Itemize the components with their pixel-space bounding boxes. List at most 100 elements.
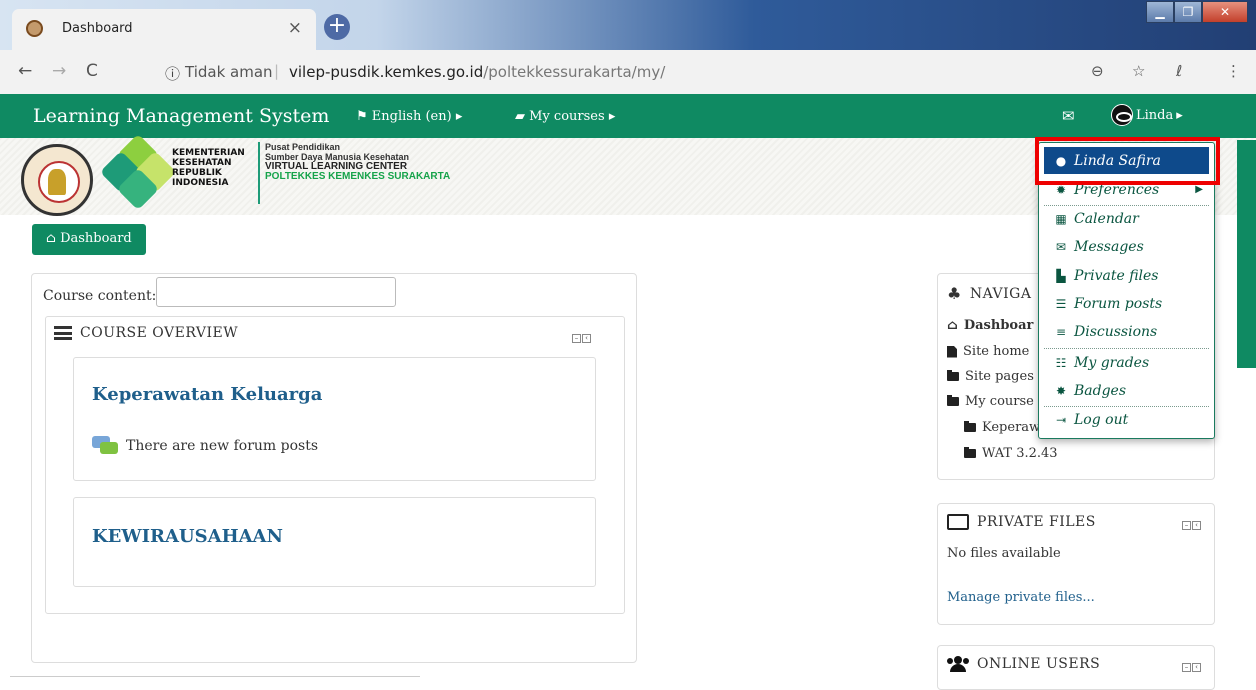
block-hide-icon[interactable]: –: [572, 334, 581, 343]
menu-item-label: Discussions: [1074, 323, 1158, 340]
private-files-header: PRIVATE FILES: [947, 514, 1096, 530]
url-text[interactable]: vilep-pusdik.kemkes.go.id/poltekkessurak…: [289, 63, 665, 81]
table-icon: ☷: [1055, 355, 1067, 370]
zoom-icon[interactable]: ⊖: [1091, 62, 1104, 80]
home-icon: ⌂: [46, 231, 56, 246]
private-files-title: PRIVATE FILES: [977, 514, 1096, 530]
block-hide-icon[interactable]: –: [1182, 663, 1191, 672]
course-overview-block: COURSE OVERVIEW – ‹ Keperawatan Keluarga…: [45, 316, 625, 614]
caret-right-icon: ▶: [1195, 184, 1203, 195]
menu-item-private-files[interactable]: ▙ Private files: [1044, 262, 1209, 289]
dashboard-breadcrumb-button[interactable]: ⌂ Dashboard: [32, 224, 146, 255]
extension-icon[interactable]: ℓ: [1176, 62, 1182, 80]
language-label: English (en): [371, 109, 452, 124]
tab-close-icon[interactable]: ×: [288, 18, 302, 38]
bookmark-star-icon[interactable]: ☆: [1132, 62, 1145, 80]
block-controls: – ‹: [572, 334, 591, 343]
messages-envelope-icon[interactable]: ✉: [1062, 107, 1075, 125]
navigation-title: NAVIGA: [969, 285, 1032, 302]
course-card: Keperawatan Keluarga There are new forum…: [73, 357, 596, 481]
course-link[interactable]: KEWIRAUSAHAAN: [92, 526, 283, 547]
breadcrumb-label: Dashboard: [60, 231, 132, 246]
navigation-header: ♣ NAVIGA: [947, 284, 1031, 303]
nav-label: Site home: [963, 344, 1030, 359]
my-courses-menu[interactable]: ▰ My courses ▸: [515, 109, 615, 124]
kemenkes-line: KESEHATAN: [172, 158, 232, 168]
menu-item-messages[interactable]: ✉ Messages: [1044, 233, 1209, 260]
nav-label: My course: [965, 394, 1034, 409]
forward-arrow-icon[interactable]: →: [52, 61, 66, 81]
nav-label: Dashboar: [963, 318, 1034, 333]
course-link[interactable]: Keperawatan Keluarga: [92, 384, 322, 405]
nav-dashboard[interactable]: ⌂ Dashboar: [947, 318, 1033, 333]
kemenkes-line: REPUBLIK: [172, 168, 222, 178]
info-icon[interactable]: ⓘ: [165, 63, 180, 84]
site-brand[interactable]: Learning Management System: [33, 105, 329, 127]
maximize-button[interactable]: ❐: [1174, 1, 1202, 23]
back-arrow-icon[interactable]: ←: [18, 61, 32, 81]
browser-titlebar: Dashboard × + ▁ ❐ ✕: [0, 0, 1256, 50]
my-courses-label: My courses: [529, 109, 605, 124]
online-users-header: ONLINE USERS: [947, 656, 1100, 672]
badge-icon: ✸: [1055, 383, 1067, 398]
menu-item-label: Calendar: [1074, 210, 1139, 227]
address-bar[interactable]: ⓘ Tidak aman | vilep-pusdik.kemkes.go.id…: [137, 57, 1221, 88]
page-scrollbar[interactable]: [1237, 140, 1256, 368]
not-secure-label[interactable]: Tidak aman: [185, 63, 273, 81]
pusat-text: Pusat Pendidikan Sumber Daya Manusia Kes…: [258, 142, 450, 204]
sitemap-icon: ♣: [947, 284, 962, 303]
nav-course-item[interactable]: WAT 3.2.43: [964, 446, 1058, 461]
forum-bubbles-icon: [92, 436, 118, 456]
new-tab-button[interactable]: +: [324, 14, 350, 40]
caret-right-icon: ▸: [455, 109, 463, 124]
nav-label: Site pages: [965, 369, 1034, 384]
menu-item-my-grades[interactable]: ☷ My grades: [1044, 349, 1209, 376]
folder-outline-icon: [947, 514, 969, 530]
course-overview-header: COURSE OVERVIEW: [54, 325, 238, 341]
highlight-annotation-box: [1035, 137, 1220, 185]
menu-item-badges[interactable]: ✸ Badges: [1044, 377, 1209, 404]
reload-icon[interactable]: C: [86, 61, 98, 81]
file-icon: ▙: [1056, 268, 1066, 283]
menu-item-discussions[interactable]: ≡ Discussions: [1044, 318, 1209, 345]
browser-toolbar: ← → C ⓘ Tidak aman | vilep-pusdik.kemkes…: [0, 50, 1256, 94]
menu-item-logout[interactable]: ⇥ Log out: [1044, 406, 1209, 433]
user-menu-toggle[interactable]: Linda ▸: [1111, 104, 1183, 126]
course-overview-title: COURSE OVERVIEW: [80, 325, 239, 341]
block-controls: – ‹: [1182, 521, 1201, 530]
language-menu[interactable]: ⚑ English (en) ▸: [356, 109, 462, 124]
browser-menu-icon[interactable]: ⋮: [1226, 62, 1241, 80]
course-content-label: Course content:: [43, 288, 157, 304]
nav-my-courses[interactable]: My course: [947, 394, 1034, 409]
folder-icon: [947, 370, 959, 381]
hamburger-icon: [54, 326, 72, 340]
menu-item-calendar[interactable]: ▦ Calendar: [1044, 205, 1209, 232]
nav-site-home[interactable]: Site home: [947, 344, 1029, 359]
browser-tab[interactable]: Dashboard ×: [12, 9, 316, 50]
folder-icon: [964, 447, 976, 458]
window-controls: ▁ ❐ ✕: [1146, 1, 1248, 23]
manage-private-files-link[interactable]: Manage private files...: [947, 590, 1095, 605]
avatar: [1111, 104, 1133, 126]
briefcase-icon: ▰: [515, 109, 525, 124]
block-dock-icon[interactable]: ‹: [1192, 521, 1201, 530]
main-content-region: Course content: COURSE OVERVIEW – ‹ Kepe…: [31, 273, 637, 663]
block-hide-icon[interactable]: –: [1182, 521, 1191, 530]
url-path: /poltekkessurakarta/my/: [483, 63, 666, 81]
calendar-icon: ▦: [1055, 211, 1067, 226]
nav-course-item[interactable]: Keperaw: [964, 420, 1040, 435]
page-divider: [10, 676, 420, 677]
course-content-input[interactable]: [156, 277, 396, 307]
block-dock-icon[interactable]: ‹: [1192, 663, 1201, 672]
minimize-button[interactable]: ▁: [1146, 1, 1174, 23]
menu-item-forum-posts[interactable]: ☰ Forum posts: [1044, 290, 1209, 317]
forum-notice[interactable]: There are new forum posts: [92, 436, 318, 456]
block-dock-icon[interactable]: ‹: [582, 334, 591, 343]
site-favicon-icon: [26, 20, 43, 37]
flag-icon: ⚑: [356, 109, 368, 124]
nav-site-pages[interactable]: Site pages: [947, 369, 1034, 384]
online-users-title: ONLINE USERS: [977, 656, 1101, 672]
caret-right-icon: ▸: [1176, 107, 1183, 123]
close-window-button[interactable]: ✕: [1202, 1, 1248, 23]
pusat-line: Pusat Pendidikan: [265, 142, 341, 152]
